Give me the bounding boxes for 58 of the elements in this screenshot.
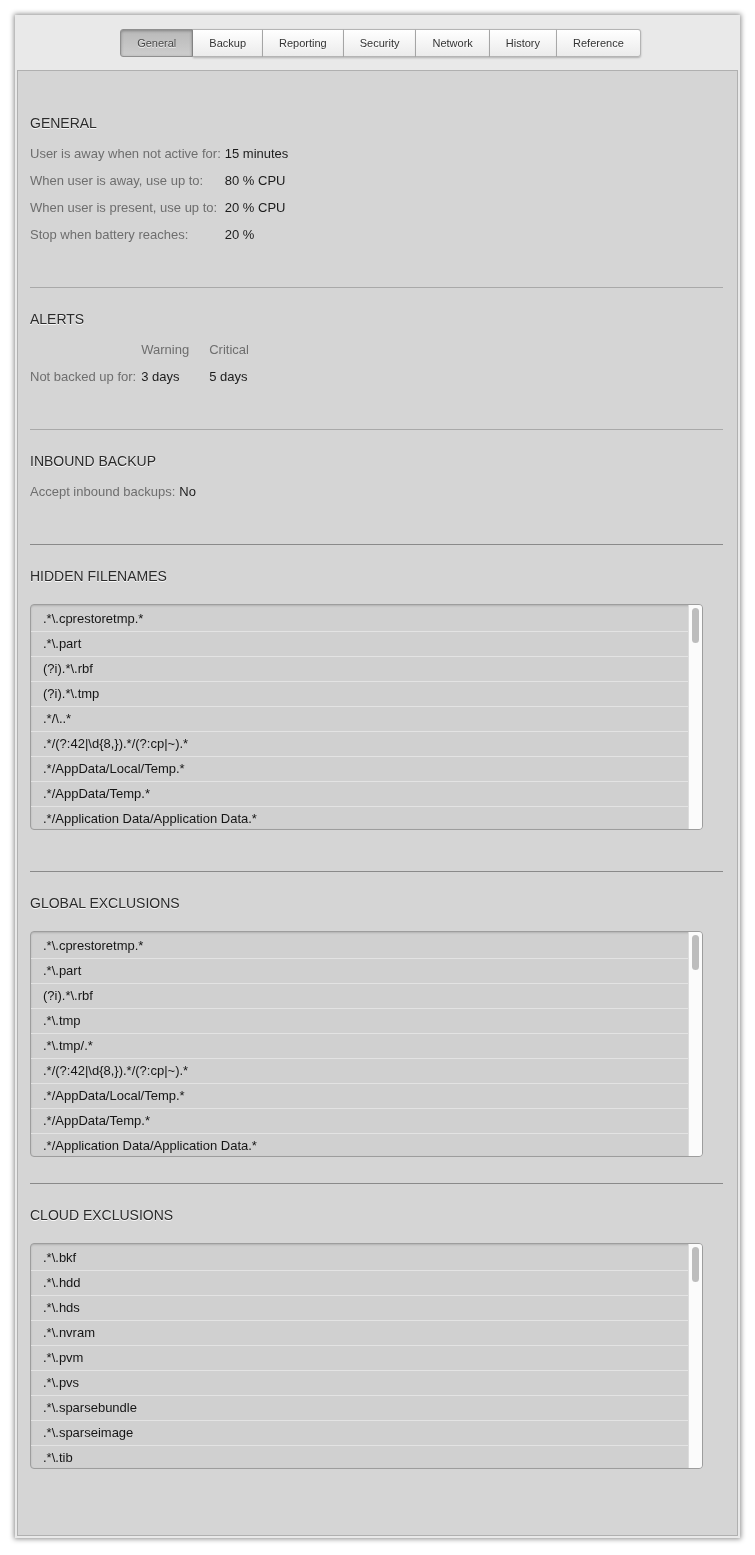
- section-heading: HIDDEN FILENAMES: [30, 567, 167, 586]
- list-item[interactable]: .*\.tmp/.*: [31, 1034, 688, 1059]
- list-item[interactable]: .*/\..*: [31, 707, 688, 732]
- setting-value: No: [179, 483, 196, 501]
- list-item[interactable]: (?i).*\.rbf: [31, 984, 688, 1009]
- list-item[interactable]: .*/(?:42|\d{8,}).*/(?:cp|~).*: [31, 732, 688, 757]
- setting-label: Accept inbound backups:: [30, 483, 176, 501]
- scrollbar-thumb[interactable]: [692, 935, 699, 970]
- tab[interactable]: Reference: [557, 29, 641, 57]
- setting-label: Stop when battery reaches:: [30, 226, 189, 244]
- tab[interactable]: Network: [416, 29, 490, 57]
- tab[interactable]: Security: [343, 29, 417, 57]
- list-item[interactable]: .*\.pvm: [31, 1346, 688, 1371]
- setting-value: 15 minutes: [224, 145, 289, 163]
- tab[interactable]: General: [120, 29, 194, 57]
- list-item[interactable]: .*\.pvs: [31, 1371, 688, 1396]
- list-item[interactable]: .*/AppData/Local/Temp.*: [31, 757, 688, 782]
- tab[interactable]: Reporting: [263, 29, 344, 57]
- scrollbar-thumb[interactable]: [692, 1247, 699, 1282]
- list-item[interactable]: .*/AppData/Temp.*: [31, 1109, 688, 1134]
- column-header: Critical: [209, 341, 249, 359]
- list-item[interactable]: .*\.cprestoretmp.*: [31, 607, 688, 632]
- list-item[interactable]: .*\.hds: [31, 1296, 688, 1321]
- section-heading: GLOBAL EXCLUSIONS: [30, 894, 180, 913]
- scrollbar[interactable]: [688, 1244, 702, 1468]
- list-item[interactable]: .*/AppData/Temp.*: [31, 782, 688, 807]
- setting-value: 20 % CPU: [224, 199, 286, 217]
- list-item[interactable]: .*\.nvram: [31, 1321, 688, 1346]
- list-item[interactable]: .*\.part: [31, 632, 688, 657]
- section-heading: INBOUND BACKUP: [30, 452, 157, 471]
- list-item[interactable]: .*\.cprestoretmp.*: [31, 934, 688, 959]
- scrollbar[interactable]: [688, 932, 702, 1156]
- setting-label: When user is away, use up to:: [30, 172, 204, 190]
- list-item[interactable]: .*/AppData/Local/Temp.*: [31, 1084, 688, 1109]
- setting-value: 5 days: [209, 368, 248, 386]
- list-item[interactable]: .*\.part: [31, 959, 688, 984]
- tab[interactable]: Backup: [193, 29, 263, 57]
- list-item[interactable]: (?i).*\.rbf: [31, 657, 688, 682]
- list-item[interactable]: .*/(?:42|\d{8,}).*/(?:cp|~).*: [31, 1059, 688, 1084]
- list-item[interactable]: (?i).*\.tmp: [31, 682, 688, 707]
- list-item[interactable]: .*\.hdd: [31, 1271, 688, 1296]
- section-heading: ALERTS: [30, 310, 85, 329]
- column-header: Warning: [141, 341, 190, 359]
- section-heading: GENERAL: [30, 114, 97, 133]
- scrollbar[interactable]: [688, 605, 702, 829]
- setting-label: When user is present, use up to:: [30, 199, 218, 217]
- list-item[interactable]: .*\.tmp: [31, 1009, 688, 1034]
- list-item[interactable]: .*\.bkf: [31, 1246, 688, 1271]
- setting-value: 80 % CPU: [224, 172, 286, 190]
- section-heading: CLOUD EXCLUSIONS: [30, 1206, 174, 1225]
- list-item[interactable]: .*\.sparsebundle: [31, 1396, 688, 1421]
- setting-label: User is away when not active for:: [30, 145, 221, 163]
- setting-value: 20 %: [224, 226, 255, 244]
- setting-label: Not backed up for:: [30, 368, 137, 386]
- list-item[interactable]: .*\.sparseimage: [31, 1421, 688, 1446]
- setting-value: 3 days: [141, 368, 180, 386]
- scrollbar-thumb[interactable]: [692, 608, 699, 643]
- tab[interactable]: History: [489, 29, 558, 57]
